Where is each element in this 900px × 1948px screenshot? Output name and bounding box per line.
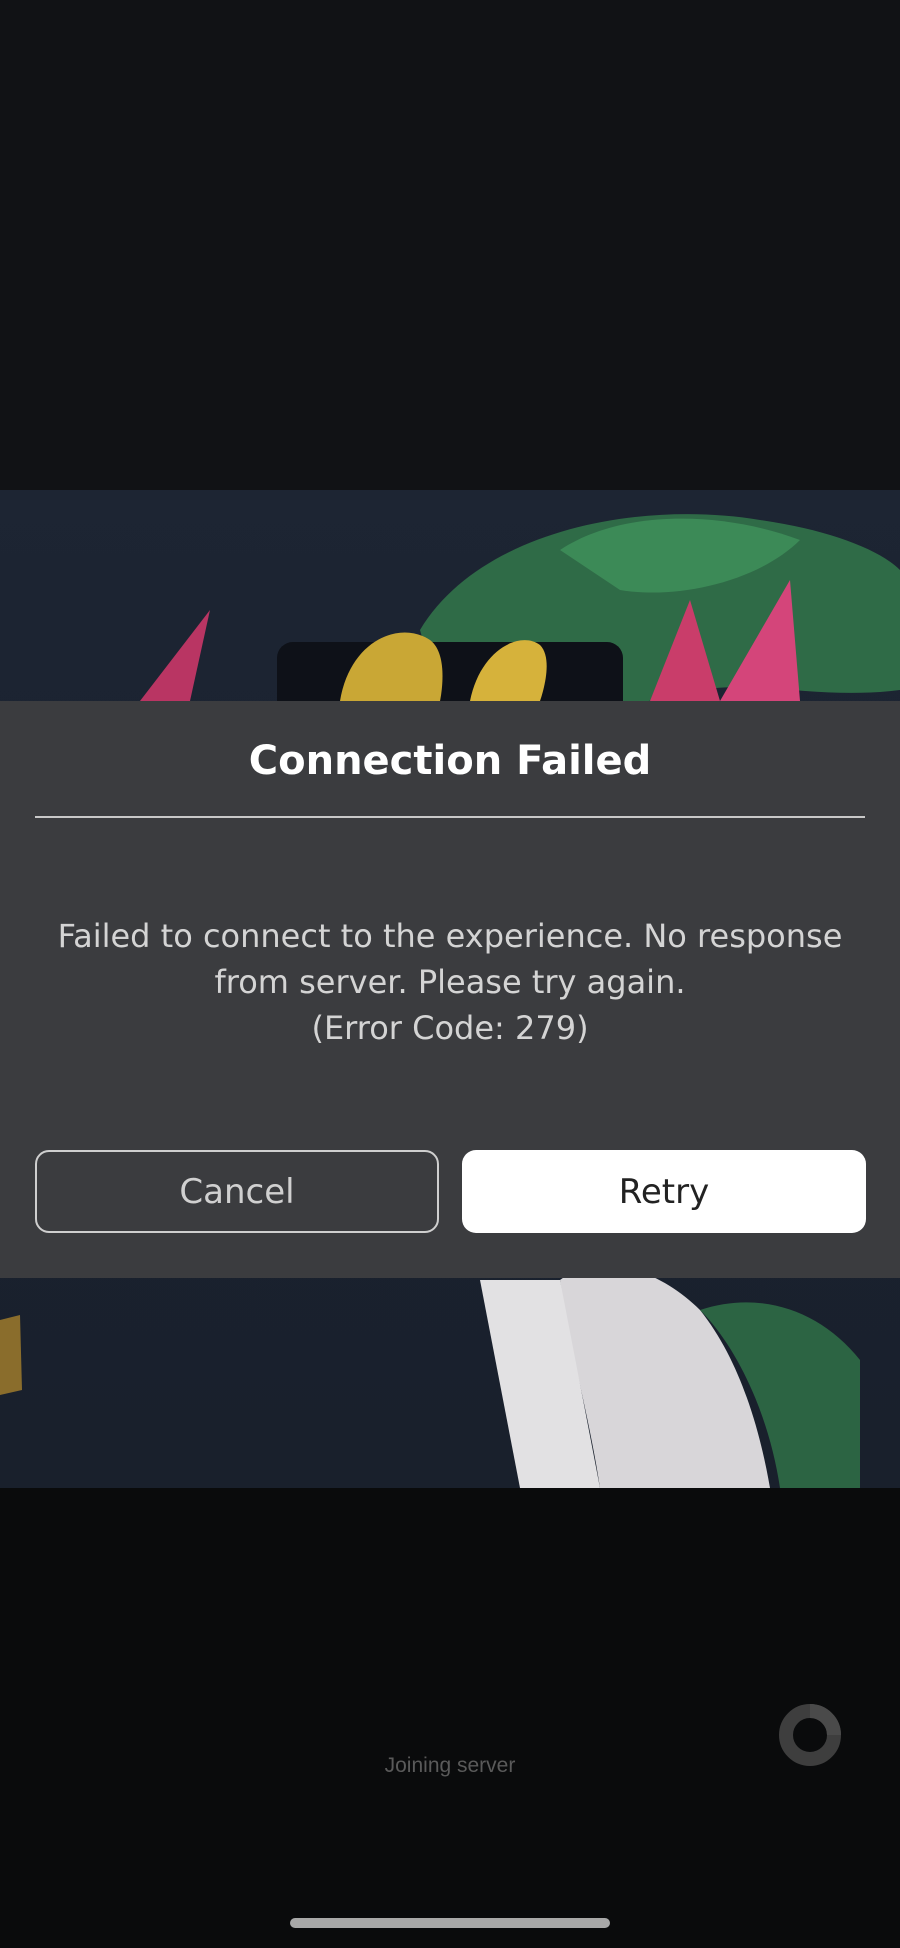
bottom-background xyxy=(0,1488,900,1948)
dialog-title: Connection Failed xyxy=(248,738,652,784)
dialog-message: Failed to connect to the experience. No … xyxy=(45,913,855,1051)
message-line-2: from server. Please try again. xyxy=(214,963,686,1001)
message-line-1: Failed to connect to the experience. No … xyxy=(57,917,843,955)
retry-button[interactable]: Retry xyxy=(462,1150,866,1233)
game-join-screen: Connection Failed Failed to connect to t… xyxy=(0,0,900,1948)
loading-spinner-icon xyxy=(779,1704,841,1766)
loading-status-text: Joining server xyxy=(384,1754,516,1777)
error-code-line: (Error Code: 279) xyxy=(311,1009,589,1047)
connection-failed-dialog: Connection Failed Failed to connect to t… xyxy=(0,701,900,1278)
cancel-button[interactable]: Cancel xyxy=(35,1150,439,1233)
dialog-divider xyxy=(35,816,865,818)
home-indicator[interactable] xyxy=(290,1918,610,1928)
